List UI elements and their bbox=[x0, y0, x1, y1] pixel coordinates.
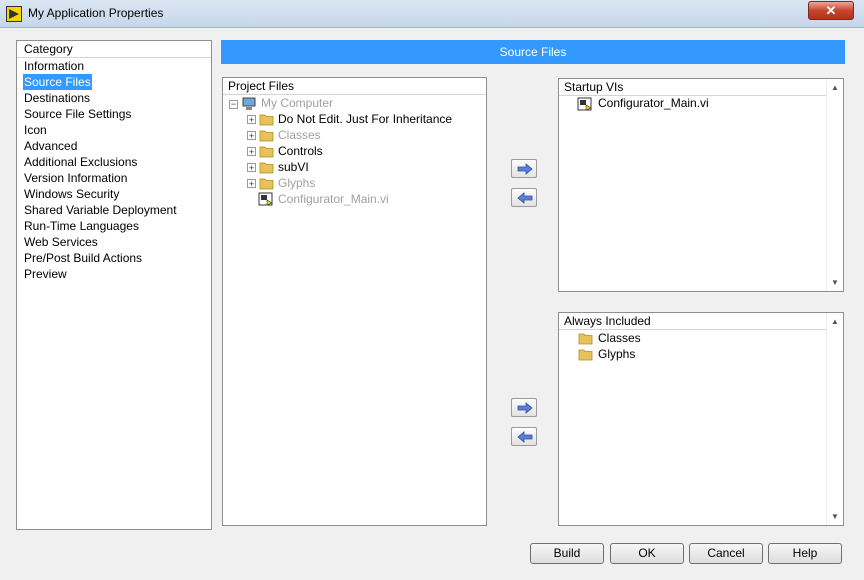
category-item[interactable]: Source Files bbox=[23, 74, 92, 90]
arrow-right-icon bbox=[517, 163, 533, 175]
category-item[interactable]: Pre/Post Build Actions bbox=[23, 250, 143, 266]
expand-icon[interactable]: + bbox=[247, 179, 256, 189]
tree-root-my-computer[interactable]: My Computer bbox=[261, 95, 333, 111]
computer-icon bbox=[242, 97, 256, 110]
help-button[interactable]: Help bbox=[768, 543, 842, 564]
remove-always-included-button[interactable] bbox=[511, 427, 537, 446]
title-bar: My Application Properties ✕ bbox=[0, 0, 864, 28]
project-tree-item[interactable]: Glyphs bbox=[278, 175, 315, 191]
add-always-included-button[interactable] bbox=[511, 398, 537, 417]
arrow-left-icon bbox=[517, 192, 533, 204]
folder-icon bbox=[578, 333, 593, 345]
scroll-up-icon[interactable]: ▲ bbox=[831, 83, 839, 92]
vi-file-icon bbox=[577, 97, 592, 111]
project-files-tree: − My Computer + Do Not Edit. Just For Inh… bbox=[223, 95, 486, 525]
project-tree-item[interactable]: Classes bbox=[278, 127, 321, 143]
category-item[interactable]: Advanced bbox=[23, 138, 78, 154]
cancel-button[interactable]: Cancel bbox=[689, 543, 763, 564]
folder-icon bbox=[259, 130, 274, 142]
expand-icon[interactable]: + bbox=[247, 163, 256, 173]
scroll-down-icon[interactable]: ▼ bbox=[831, 512, 839, 521]
category-item[interactable]: Additional Exclusions bbox=[23, 154, 138, 170]
always-included-item[interactable]: Glyphs bbox=[598, 346, 635, 362]
expand-icon[interactable]: + bbox=[247, 115, 256, 125]
project-tree-item[interactable]: Controls bbox=[278, 143, 323, 159]
labview-app-icon bbox=[6, 6, 22, 22]
always-included-scrollbar[interactable]: ▲ ▼ bbox=[826, 313, 843, 525]
startup-vi-item[interactable]: Configurator_Main.vi bbox=[598, 95, 709, 111]
project-files-panel: Project Files − My Computer + Do Not Edit… bbox=[222, 77, 487, 526]
scroll-down-icon[interactable]: ▼ bbox=[831, 278, 839, 287]
category-header: Category bbox=[17, 41, 211, 58]
expand-icon[interactable]: + bbox=[247, 131, 256, 141]
window-title: My Application Properties bbox=[28, 6, 164, 20]
project-tree-item[interactable]: Configurator_Main.vi bbox=[278, 191, 389, 207]
category-item[interactable]: Preview bbox=[23, 266, 68, 282]
section-banner: Source Files bbox=[221, 40, 845, 64]
vi-file-icon bbox=[258, 192, 273, 206]
folder-icon bbox=[259, 114, 274, 126]
category-item[interactable]: Shared Variable Deployment bbox=[23, 202, 178, 218]
category-item[interactable]: Web Services bbox=[23, 234, 99, 250]
project-tree-item[interactable]: Do Not Edit. Just For Inheritance bbox=[278, 111, 452, 127]
always-included-header: Always Included bbox=[559, 313, 827, 330]
startup-vis-panel: Startup VIs ▲ ▼ Configurator_Main.vi bbox=[558, 78, 844, 292]
project-files-header: Project Files bbox=[223, 78, 486, 95]
always-included-item[interactable]: Classes bbox=[598, 330, 641, 346]
category-list: Information Source Files Destinations Sourc… bbox=[17, 58, 211, 529]
folder-icon bbox=[259, 162, 274, 174]
ok-button[interactable]: OK bbox=[610, 543, 684, 564]
project-tree-item[interactable]: subVI bbox=[278, 159, 309, 175]
collapse-icon[interactable]: − bbox=[229, 100, 238, 109]
category-item[interactable]: Run-Time Languages bbox=[23, 218, 140, 234]
folder-icon bbox=[578, 349, 593, 361]
category-item[interactable]: Version Information bbox=[23, 170, 128, 186]
category-item[interactable]: Source File Settings bbox=[23, 106, 132, 122]
scroll-up-icon[interactable]: ▲ bbox=[831, 317, 839, 326]
category-item[interactable]: Destinations bbox=[23, 90, 91, 106]
category-item[interactable]: Icon bbox=[23, 122, 48, 138]
remove-startup-button[interactable] bbox=[511, 188, 537, 207]
add-startup-button[interactable] bbox=[511, 159, 537, 178]
category-panel: Category Information Source Files Destinat… bbox=[16, 40, 212, 530]
folder-icon bbox=[259, 146, 274, 158]
folder-icon bbox=[259, 178, 274, 190]
startup-vis-header: Startup VIs bbox=[559, 79, 827, 96]
arrow-right-icon bbox=[517, 402, 533, 414]
arrow-left-icon bbox=[517, 431, 533, 443]
expand-icon[interactable]: + bbox=[247, 147, 256, 157]
build-button[interactable]: Build bbox=[530, 543, 604, 564]
close-button[interactable]: ✕ bbox=[808, 1, 854, 20]
startup-vis-scrollbar[interactable]: ▲ ▼ bbox=[826, 79, 843, 291]
category-item[interactable]: Information bbox=[23, 58, 85, 74]
always-included-panel: Always Included ▲ ▼ Classes Glyphs bbox=[558, 312, 844, 526]
category-item[interactable]: Windows Security bbox=[23, 186, 120, 202]
